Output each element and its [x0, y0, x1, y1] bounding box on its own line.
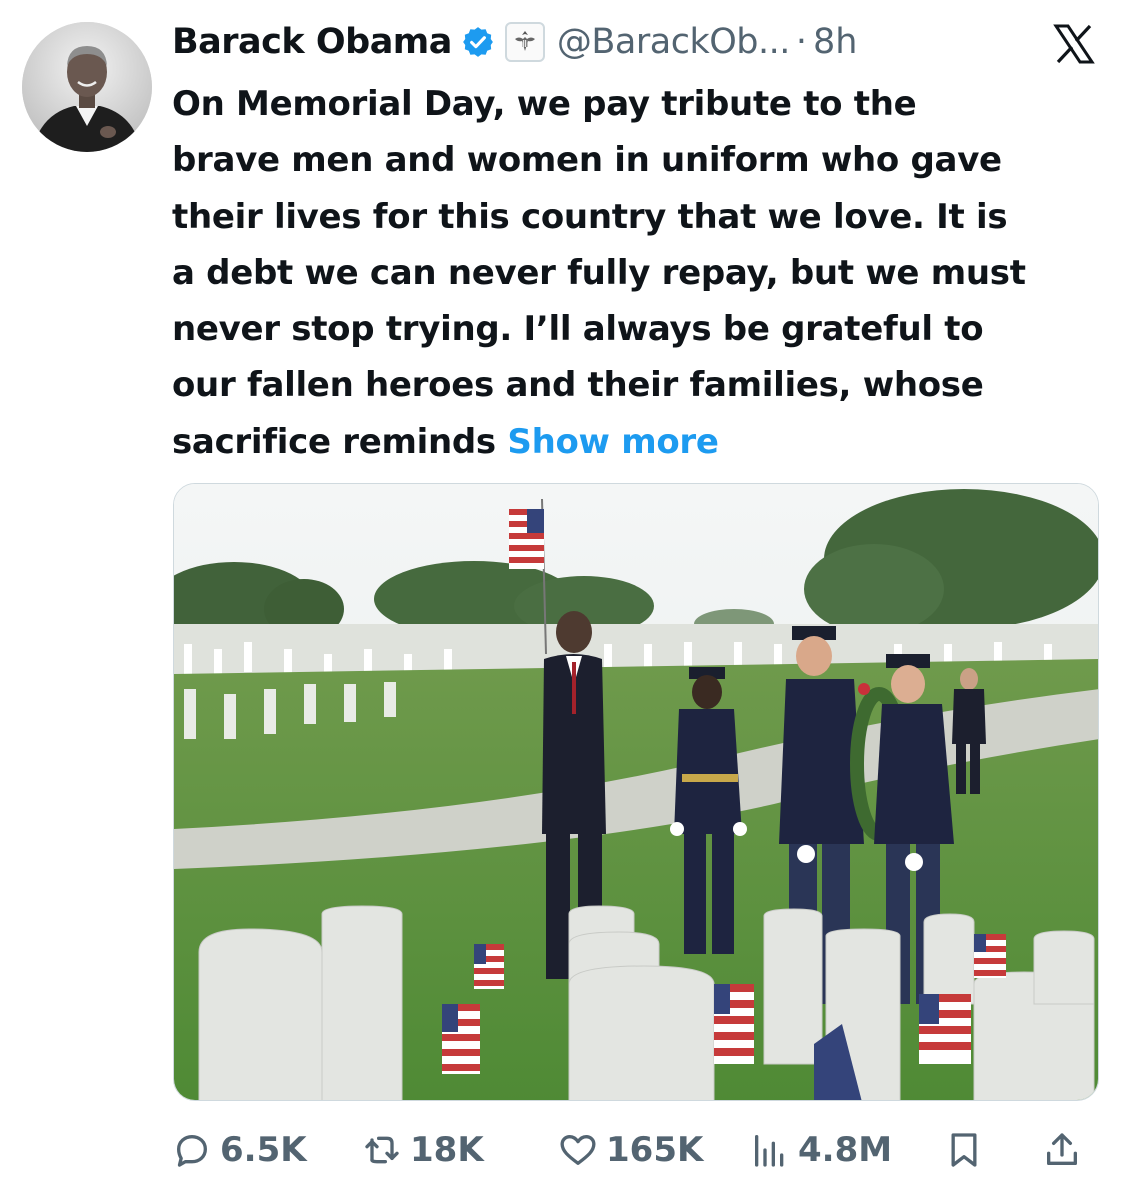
avatar-image	[22, 22, 152, 152]
reply-bubble-icon	[177, 1135, 207, 1167]
author-name[interactable]: Barack Obama	[172, 22, 452, 62]
tweet-line: our fallen heroes and their families, wh…	[172, 365, 984, 406]
bookmark-icon	[951, 1133, 977, 1167]
author-handle[interactable]: @BarackOb...	[557, 22, 790, 62]
avatar[interactable]	[22, 22, 152, 152]
tweet-last-line: sacrifice reminds Show more	[172, 414, 1112, 470]
tweet-line: never stop trying. I’ll always be gratef…	[172, 309, 984, 350]
tweet-header: Barack Obama @BarackOb... · 8h	[172, 16, 1072, 68]
tweet-text: On Memorial Day, we pay tribute to the b…	[172, 76, 1112, 470]
us-seal-icon[interactable]	[504, 22, 545, 62]
views-button[interactable]: 4.8M	[750, 1120, 892, 1180]
bookmark-button[interactable]	[944, 1120, 984, 1180]
tweet-line: brave men and women in uniform who gave	[172, 140, 1002, 181]
post-time[interactable]: 8h	[813, 22, 857, 62]
show-more-link[interactable]: Show more	[507, 422, 719, 462]
reply-count: 6.5K	[220, 1130, 307, 1170]
cemetery-photo-image	[174, 484, 1098, 1100]
repost-icon	[365, 1136, 399, 1164]
like-button[interactable]: 165K	[558, 1120, 703, 1180]
bar-chart-icon	[755, 1135, 784, 1167]
reply-button[interactable]: 6.5K	[172, 1120, 307, 1180]
repost-count: 18K	[410, 1130, 484, 1170]
separator-dot: ·	[795, 22, 807, 62]
share-icon	[1047, 1133, 1077, 1165]
verified-badge-icon[interactable]	[461, 25, 495, 59]
tweet-line: sacrifice reminds	[172, 421, 508, 462]
share-button[interactable]	[1042, 1120, 1082, 1180]
tweet-photo[interactable]	[173, 483, 1099, 1101]
repost-button[interactable]: 18K	[362, 1120, 484, 1180]
x-logo-icon[interactable]	[1050, 20, 1098, 68]
heart-icon	[560, 1135, 596, 1165]
tweet-line: a debt we can never fully repay, but we …	[172, 252, 1026, 293]
tweet-line: their lives for this country that we lov…	[172, 196, 1008, 237]
like-count: 165K	[606, 1130, 704, 1170]
action-bar: 6.5K 18K 165K 4.8M	[172, 1120, 1092, 1180]
tweet-line: On Memorial Day, we pay tribute to the	[172, 84, 917, 124]
view-count: 4.8M	[798, 1130, 893, 1170]
